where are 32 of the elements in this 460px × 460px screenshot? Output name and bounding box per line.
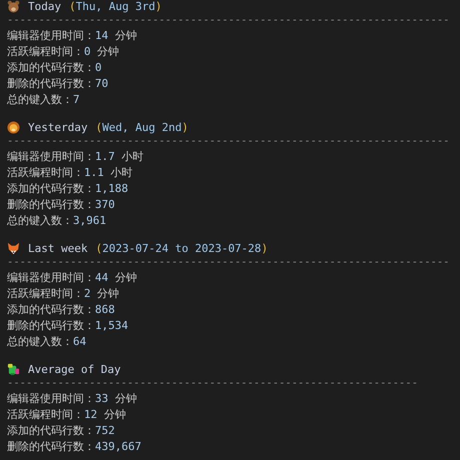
stat-line: 删除的代码行数：70 [7, 76, 110, 92]
stat-line: 添加的代码行数：868 [7, 302, 116, 318]
stat-line: 总的键入数：7 [7, 92, 81, 108]
stat-line: 删除的代码行数：1,534 [7, 318, 130, 334]
section-title: Yesterday [28, 120, 88, 134]
section-title: Average of Day [28, 362, 121, 376]
stat-line: 活跃编程时间：12 分钟 [7, 407, 127, 423]
date-range: (Wed, Aug 2nd) [96, 120, 188, 134]
stat-line: 活跃编程时间：0 分钟 [7, 44, 120, 60]
stat-line: 添加的代码行数：752 [7, 423, 116, 439]
stat-line: 总的键入数：64 [7, 334, 88, 350]
stat-line: 编辑器使用时间：1.7 小时 [7, 149, 144, 165]
stat-line: 活跃编程时间：2 分钟 [7, 286, 120, 302]
dashed-divider: ---------------------------------------------------------------------- [7, 134, 451, 149]
stat-line: 编辑器使用时间：14 分钟 [7, 28, 138, 44]
date-range: (2023-07-24 to 2023-07-28) [96, 242, 268, 254]
stat-line: 添加的代码行数：0 [7, 60, 103, 76]
dashed-divider: ---------------------------------------------------------------------- [7, 255, 451, 270]
stat-line: 编辑器使用时间：44 分钟 [7, 270, 138, 286]
dashed-divider: ---------------------------------------------------------------------- [7, 13, 451, 28]
stat-line: 总的键入数：3,961 [7, 213, 108, 229]
stat-line: 编辑器使用时间：33 分钟 [7, 391, 138, 407]
section-title: Today [28, 0, 62, 12]
stat-line: 添加的代码行数：1,188 [7, 181, 130, 197]
date-range: (Thu, Aug 3rd) [69, 0, 162, 12]
bear-icon [7, 0, 20, 12]
fox-icon [7, 242, 20, 254]
dashed-divider: ----------------------------------------------------------------- [7, 376, 419, 391]
stat-line: 活跃编程时间：1.1 小时 [7, 165, 134, 181]
stat-line: 删除的代码行数：439,667 [7, 439, 142, 455]
stat-line: 删除的代码行数：370 [7, 197, 116, 213]
section-title: Last week [28, 242, 88, 254]
